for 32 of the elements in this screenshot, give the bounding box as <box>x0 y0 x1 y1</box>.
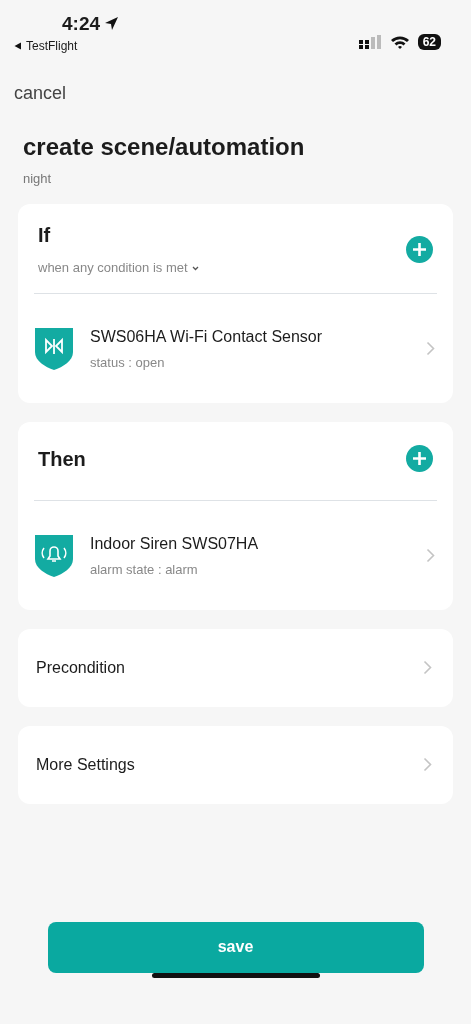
settings-row[interactable]: More Settings <box>18 725 453 804</box>
device-icon <box>34 533 74 577</box>
device-row[interactable]: Indoor Siren SWS07HA alarm state : alarm <box>34 499 437 610</box>
clock-time: 4:24 <box>62 14 101 33</box>
device-name: SWS06HA Wi-Fi Contact Sensor <box>90 326 323 347</box>
device-row[interactable]: SWS06HA Wi-Fi Contact Sensor status : open <box>34 292 437 403</box>
add-icon <box>406 445 433 473</box>
page-title: create scene/automation <box>23 133 306 162</box>
condition-dropdown[interactable]: when any condition is met <box>38 258 199 278</box>
signal-icon <box>358 34 382 50</box>
settings-row[interactable]: Precondition <box>18 628 453 707</box>
device-icon <box>34 326 74 370</box>
location-arrow-icon <box>104 16 120 31</box>
device-status: status : open <box>90 353 166 372</box>
cancel-button[interactable]: cancel <box>14 80 67 107</box>
add-button[interactable] <box>406 235 433 263</box>
add-button[interactable] <box>406 445 433 473</box>
battery-indicator: 62 <box>417 33 441 51</box>
caret-icon <box>191 265 199 271</box>
device-status: alarm state : alarm <box>90 560 199 579</box>
chevron-icon <box>423 757 432 773</box>
add-icon <box>406 235 433 263</box>
device-name: Indoor Siren SWS07HA <box>90 533 259 554</box>
back-link[interactable]: TestFlight <box>26 37 78 55</box>
chevron-icon <box>426 340 435 356</box>
back-arrow-icon[interactable] <box>14 42 22 50</box>
section-heading: If <box>38 223 52 249</box>
chevron-icon <box>426 547 435 563</box>
chevron-icon <box>423 660 432 676</box>
wifi-icon <box>389 34 410 50</box>
scene-name: night <box>23 169 53 188</box>
section-heading: Then <box>38 446 86 472</box>
